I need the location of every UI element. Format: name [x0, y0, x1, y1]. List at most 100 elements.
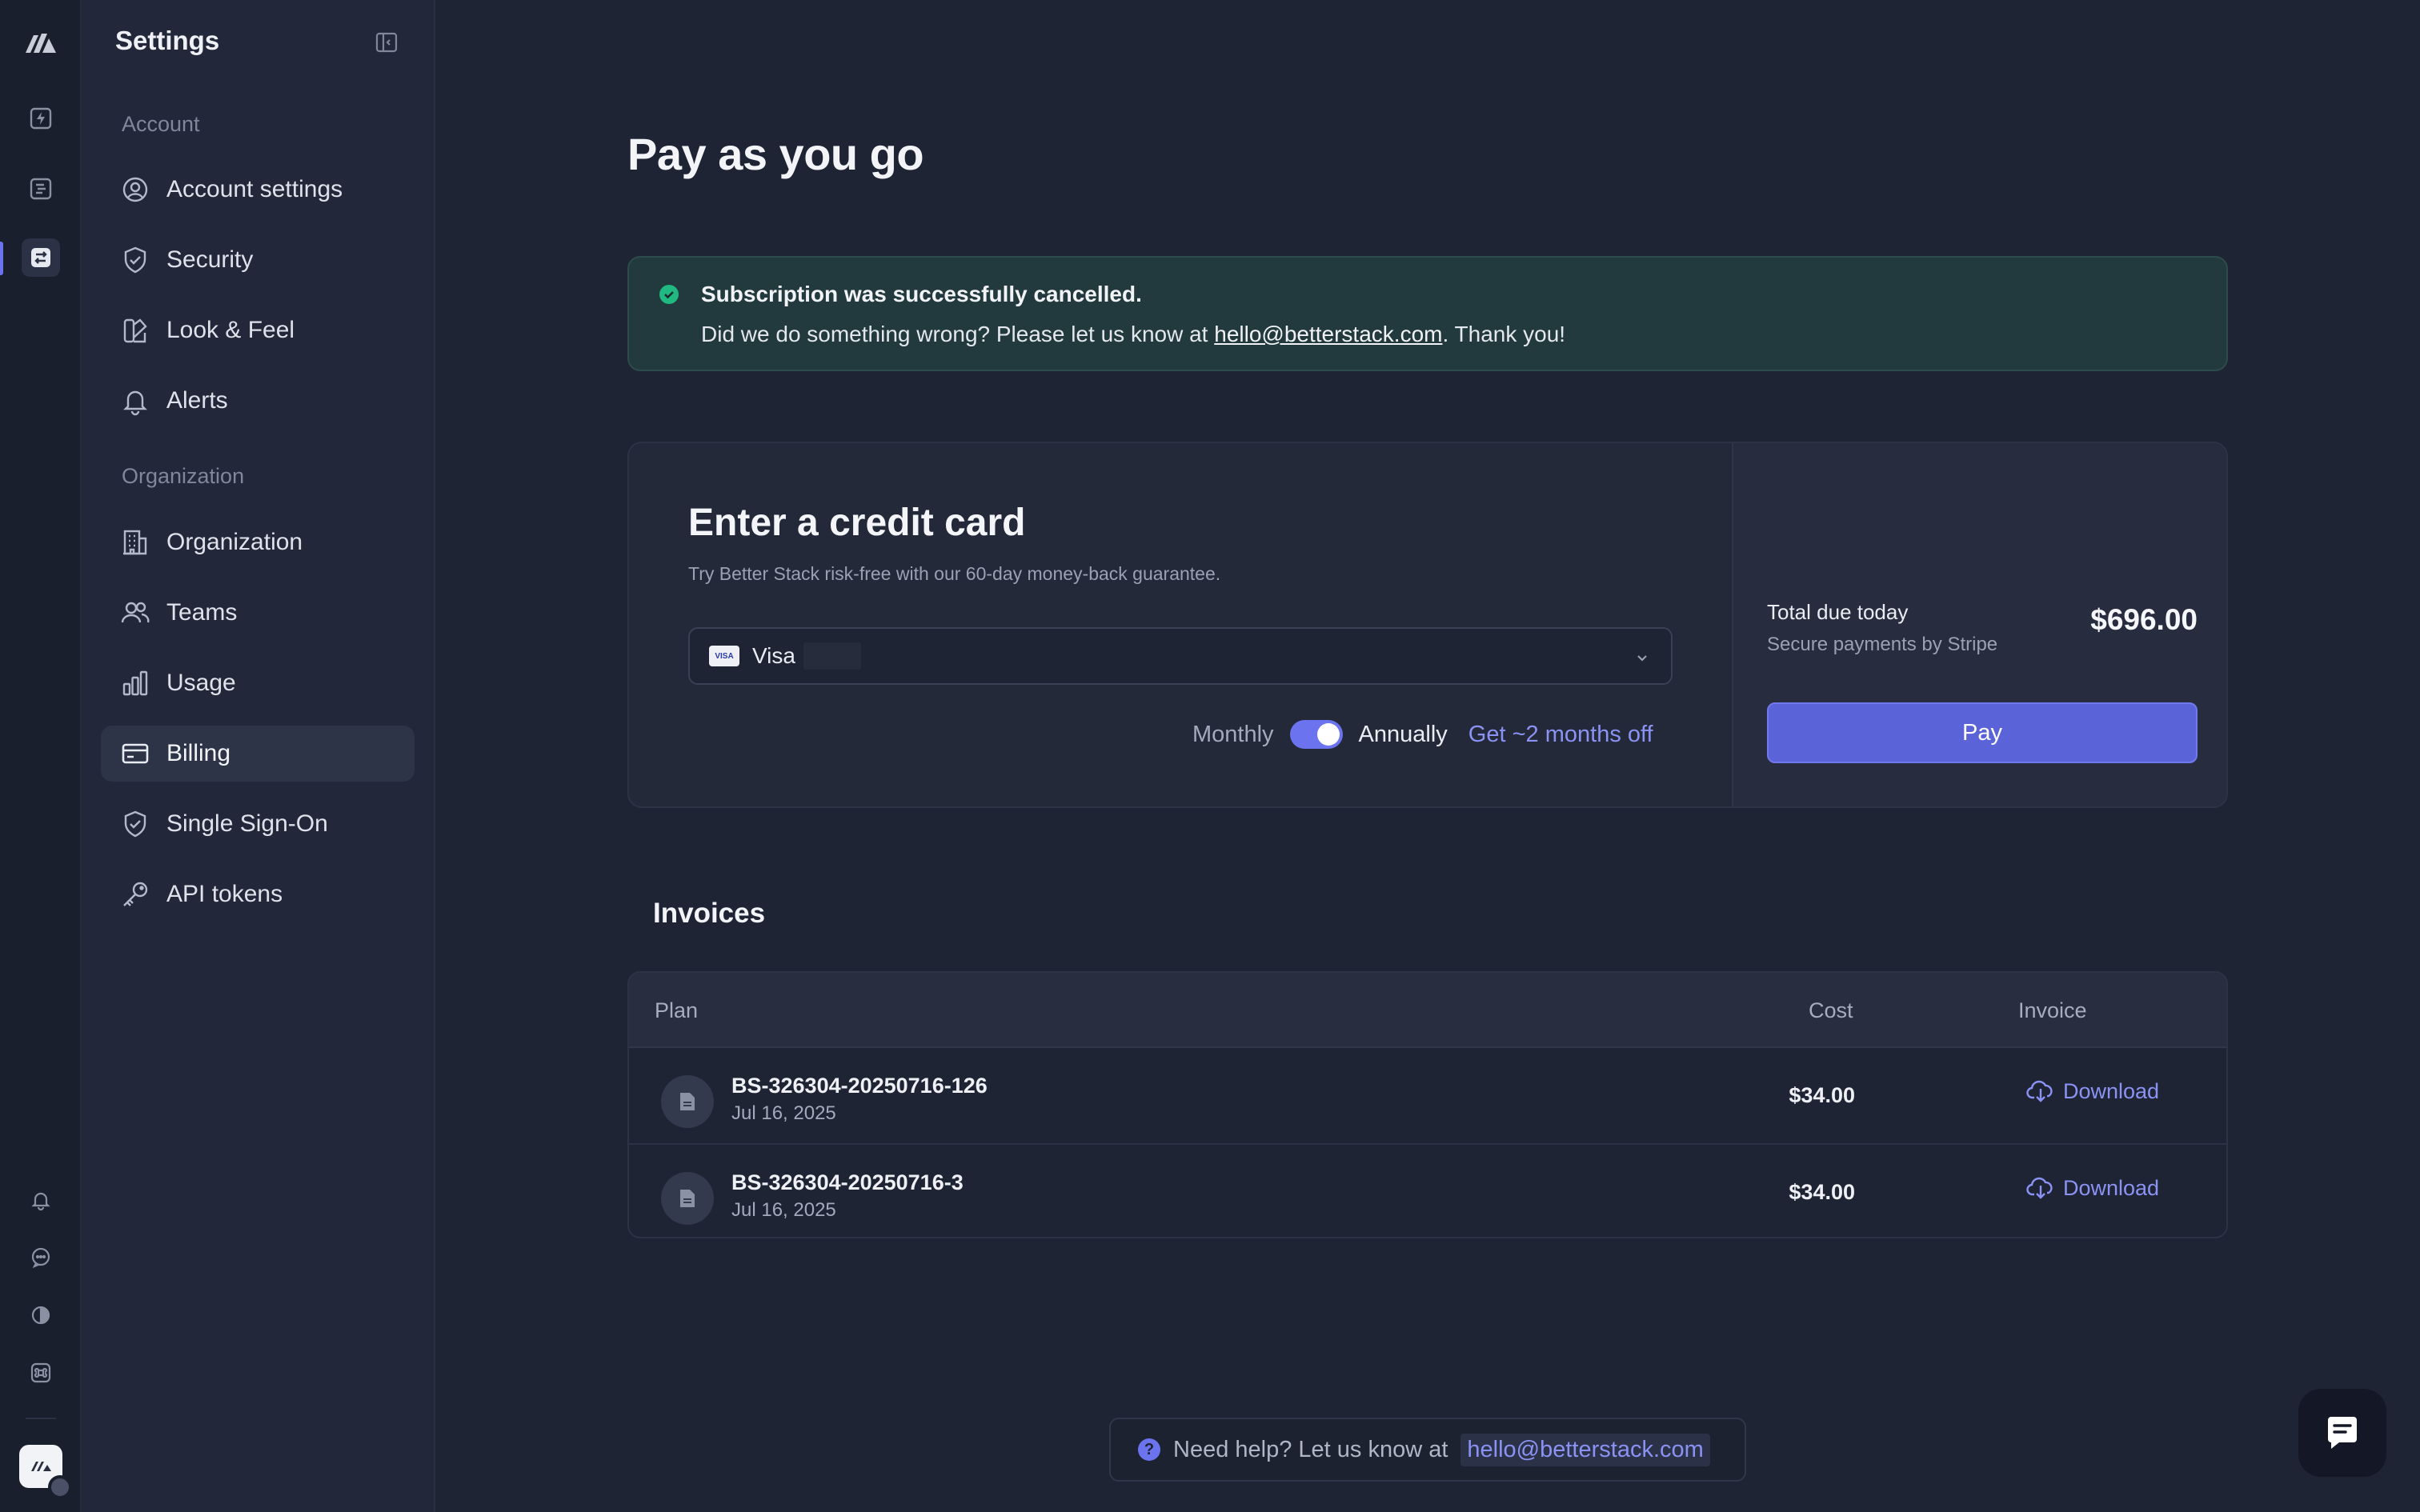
sidebar-item-organization[interactable]: Organization — [101, 514, 415, 570]
invoice-id: BS-326304-20250716-126 — [731, 1074, 988, 1098]
better-stack-logo[interactable] — [22, 27, 59, 56]
invoice-date: Jul 16, 2025 — [731, 1102, 836, 1124]
sidebar-item-label: Usage — [166, 670, 236, 696]
key-icon — [120, 879, 150, 910]
column-header-invoice: Invoice — [2018, 998, 2087, 1022]
logs-nav-button[interactable] — [22, 170, 60, 208]
chat-bubble-icon — [30, 1246, 52, 1269]
sidebar-collapse-icon — [375, 30, 399, 54]
sidebar-item-label: Alerts — [166, 387, 228, 414]
invoice-cost: $34.00 — [1789, 1083, 1855, 1107]
chat-message-icon — [2323, 1414, 2362, 1452]
annual-discount-label: Get ~2 months off — [1468, 721, 1653, 747]
document-icon — [661, 1172, 714, 1225]
sidebar-item-label: Account settings — [166, 176, 343, 202]
users-icon — [120, 598, 150, 628]
column-header-cost: Cost — [1809, 998, 1853, 1022]
help-text: Need help? Let us know at — [1173, 1436, 1448, 1462]
active-nav-indicator — [0, 242, 3, 275]
check-circle-icon — [658, 283, 680, 306]
sidebar-item-label: Billing — [166, 740, 231, 766]
invoices-table: Plan Cost Invoice BS-326304-20250716-126… — [627, 971, 2228, 1238]
building-icon — [120, 527, 150, 558]
invoice-date: Jul 16, 2025 — [731, 1199, 836, 1221]
sidebar-item-label: Organization — [166, 529, 303, 555]
contrast-icon — [30, 1304, 52, 1326]
alert-message-suffix: . Thank you! — [1442, 322, 1566, 346]
success-alert: Subscription was successfully cancelled.… — [627, 256, 2228, 371]
annually-option[interactable]: Annually — [1359, 722, 1448, 748]
help-banner: ? Need help? Let us know at hello@better… — [1109, 1418, 1746, 1482]
visa-card-icon: VISA — [709, 646, 739, 666]
credit-card-icon — [120, 738, 150, 769]
chat-support-button[interactable] — [2298, 1389, 2386, 1477]
invoices-title: Invoices — [653, 898, 766, 929]
bell-icon — [120, 386, 150, 416]
sidebar-item-billing[interactable]: Billing — [101, 726, 415, 782]
section-label-account: Account — [122, 112, 200, 136]
logs-square-icon — [28, 176, 54, 202]
sidebar-item-label: Look & Feel — [166, 317, 295, 343]
total-due-label: Total due today — [1767, 600, 1909, 624]
sidebar-item-api-tokens[interactable]: API tokens — [101, 866, 415, 922]
table-row: BS-326304-20250716-3 Jul 16, 2025 $34.00… — [629, 1143, 2226, 1237]
download-label: Download — [2063, 1078, 2160, 1103]
stripe-note: Secure payments by Stripe — [1767, 634, 1998, 655]
card-number-redaction — [803, 642, 861, 670]
command-palette-button[interactable] — [22, 1354, 60, 1392]
sidebar-item-label: Teams — [166, 599, 238, 626]
card-select-dropdown[interactable]: VISA Visa — [688, 627, 1673, 685]
sidebar-title: Settings — [115, 26, 220, 55]
collapse-sidebar-button[interactable] — [375, 30, 399, 54]
sidebar-item-account-settings[interactable]: Account settings — [101, 162, 415, 218]
column-header-plan: Plan — [655, 998, 699, 1022]
support-email-link[interactable]: hello@betterstack.com — [1214, 322, 1442, 346]
credit-card-panel: Enter a credit card Try Better Stack ris… — [627, 442, 2228, 808]
theme-toggle-button[interactable] — [22, 1296, 60, 1334]
user-avatar[interactable] — [48, 1475, 72, 1499]
credit-card-subtitle: Try Better Stack risk-free with our 60-d… — [688, 563, 1221, 584]
settings-nav-button[interactable] — [22, 238, 60, 277]
sidebar-item-single-sign-on[interactable]: Single Sign-On — [101, 796, 415, 852]
billing-period-switch[interactable] — [1289, 720, 1343, 749]
cloud-download-icon — [2026, 1078, 2055, 1104]
shield-check-icon — [120, 245, 150, 275]
notifications-button[interactable] — [22, 1181, 60, 1219]
selected-card-label: Visa — [752, 643, 795, 668]
alert-message: Did we do something wrong? Please let us… — [701, 322, 1565, 347]
invoice-cost: $34.00 — [1789, 1180, 1855, 1204]
monthly-option[interactable]: Monthly — [1192, 722, 1274, 748]
bar-chart-icon — [120, 668, 150, 698]
sidebar-item-alerts[interactable]: Alerts — [101, 373, 415, 429]
chevron-down-icon — [1634, 650, 1650, 666]
chat-nav-button[interactable] — [22, 1238, 60, 1277]
alert-message-prefix: Did we do something wrong? Please let us… — [701, 322, 1215, 346]
alert-title: Subscription was successfully cancelled. — [701, 282, 1142, 306]
sidebar-item-look-and-feel[interactable]: Look & Feel — [101, 302, 415, 358]
question-circle-icon: ? — [1138, 1438, 1160, 1461]
lightning-square-icon — [28, 106, 54, 131]
page-title: Pay as you go — [627, 129, 924, 179]
download-invoice-link[interactable]: Download — [2026, 1175, 2159, 1201]
table-row: BS-326304-20250716-126 Jul 16, 2025 $34.… — [629, 1048, 2226, 1143]
palette-icon — [120, 315, 150, 346]
pay-button[interactable]: Pay — [1767, 702, 2198, 763]
uptime-nav-button[interactable] — [22, 99, 60, 138]
cloud-download-icon — [2026, 1175, 2055, 1201]
section-label-organization: Organization — [122, 464, 245, 488]
settings-sidebar: Settings Account Account settings Securi… — [82, 0, 435, 1512]
billing-period-toggle: Monthly Annually Get ~2 months off — [1192, 720, 1653, 749]
sidebar-item-label: Single Sign-On — [166, 810, 328, 837]
sidebar-item-teams[interactable]: Teams — [101, 585, 415, 641]
help-email-link[interactable]: hello@betterstack.com — [1460, 1433, 1710, 1466]
total-amount: $696.00 — [2090, 603, 2198, 636]
command-key-icon — [30, 1362, 52, 1384]
download-invoice-link[interactable]: Download — [2026, 1078, 2159, 1104]
sidebar-item-usage[interactable]: Usage — [101, 655, 415, 711]
sidebar-item-label: API tokens — [166, 881, 283, 907]
invoices-table-header: Plan Cost Invoice — [629, 973, 2226, 1048]
invoice-id: BS-326304-20250716-3 — [731, 1170, 964, 1194]
sidebar-item-label: Security — [166, 246, 254, 273]
sidebar-item-security[interactable]: Security — [101, 232, 415, 288]
switch-knob — [1316, 723, 1340, 746]
